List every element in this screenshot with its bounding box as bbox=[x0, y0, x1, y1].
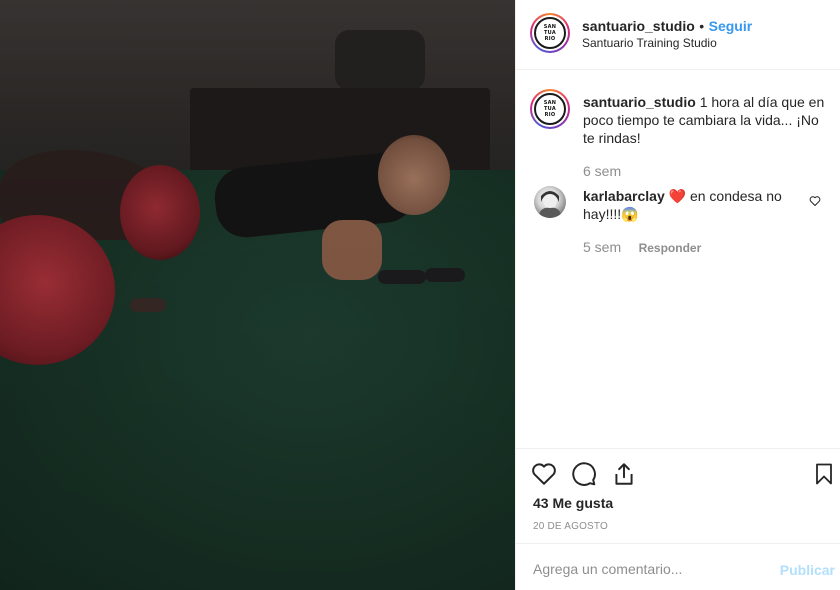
comment-heart-emoji: ❤️ bbox=[668, 188, 687, 204]
save-button[interactable] bbox=[810, 460, 838, 488]
comment-time[interactable]: 5 sem bbox=[583, 239, 621, 255]
comment-avatar[interactable] bbox=[534, 186, 566, 218]
add-comment-bar: Publicar bbox=[516, 543, 840, 590]
share-button[interactable] bbox=[610, 460, 638, 488]
publish-button[interactable]: Publicar bbox=[780, 562, 835, 578]
comment: karlabarclay ❤️ en condesa no hay!!!!😱 bbox=[583, 187, 803, 223]
small-heart-icon bbox=[809, 196, 821, 206]
heart-icon bbox=[532, 463, 556, 485]
comment-icon bbox=[572, 462, 596, 486]
comment-like-button[interactable] bbox=[806, 192, 824, 210]
comment-meta: 5 sem Responder bbox=[583, 239, 701, 257]
header-location[interactable]: Santuario Training Studio bbox=[582, 36, 717, 50]
commenter-photo bbox=[538, 191, 562, 218]
comment-input[interactable] bbox=[533, 559, 763, 579]
share-icon bbox=[615, 463, 633, 485]
post-header: SAN TUA RIO santuario_studio • Seguir Sa… bbox=[516, 0, 840, 70]
reply-button[interactable]: Responder bbox=[639, 241, 702, 255]
follow-button[interactable]: Seguir bbox=[709, 18, 753, 34]
bookmark-icon bbox=[816, 463, 832, 485]
caption: santuario_studio 1 hora al día que en po… bbox=[583, 93, 831, 147]
post-side-panel: SAN TUA RIO santuario_studio • Seguir Sa… bbox=[515, 0, 840, 590]
photo-shade bbox=[0, 0, 515, 590]
comment-button[interactable] bbox=[570, 460, 598, 488]
profile-avatar[interactable]: SAN TUA RIO bbox=[530, 13, 570, 53]
like-button[interactable] bbox=[530, 460, 558, 488]
caption-studio-logo: SAN TUA RIO bbox=[534, 93, 566, 125]
logo-line-3: RIO bbox=[544, 36, 556, 42]
caption-time[interactable]: 6 sem bbox=[583, 163, 621, 179]
post-date[interactable]: 20 DE AGOSTO bbox=[533, 521, 608, 532]
header-separator: • bbox=[699, 18, 705, 34]
caption-logo-line-3: RIO bbox=[544, 112, 556, 118]
comment-face-emoji: 😱 bbox=[621, 206, 639, 222]
post-photo[interactable] bbox=[0, 0, 515, 590]
comment-username[interactable]: karlabarclay bbox=[583, 188, 665, 204]
caption-avatar[interactable]: SAN TUA RIO bbox=[530, 89, 570, 129]
caption-username[interactable]: santuario_studio bbox=[583, 94, 696, 110]
likes-count[interactable]: 43 Me gusta bbox=[533, 495, 613, 511]
post-actions: 43 Me gusta 20 DE AGOSTO bbox=[516, 448, 840, 544]
header-username[interactable]: santuario_studio bbox=[582, 18, 695, 34]
studio-logo: SAN TUA RIO bbox=[534, 17, 566, 49]
